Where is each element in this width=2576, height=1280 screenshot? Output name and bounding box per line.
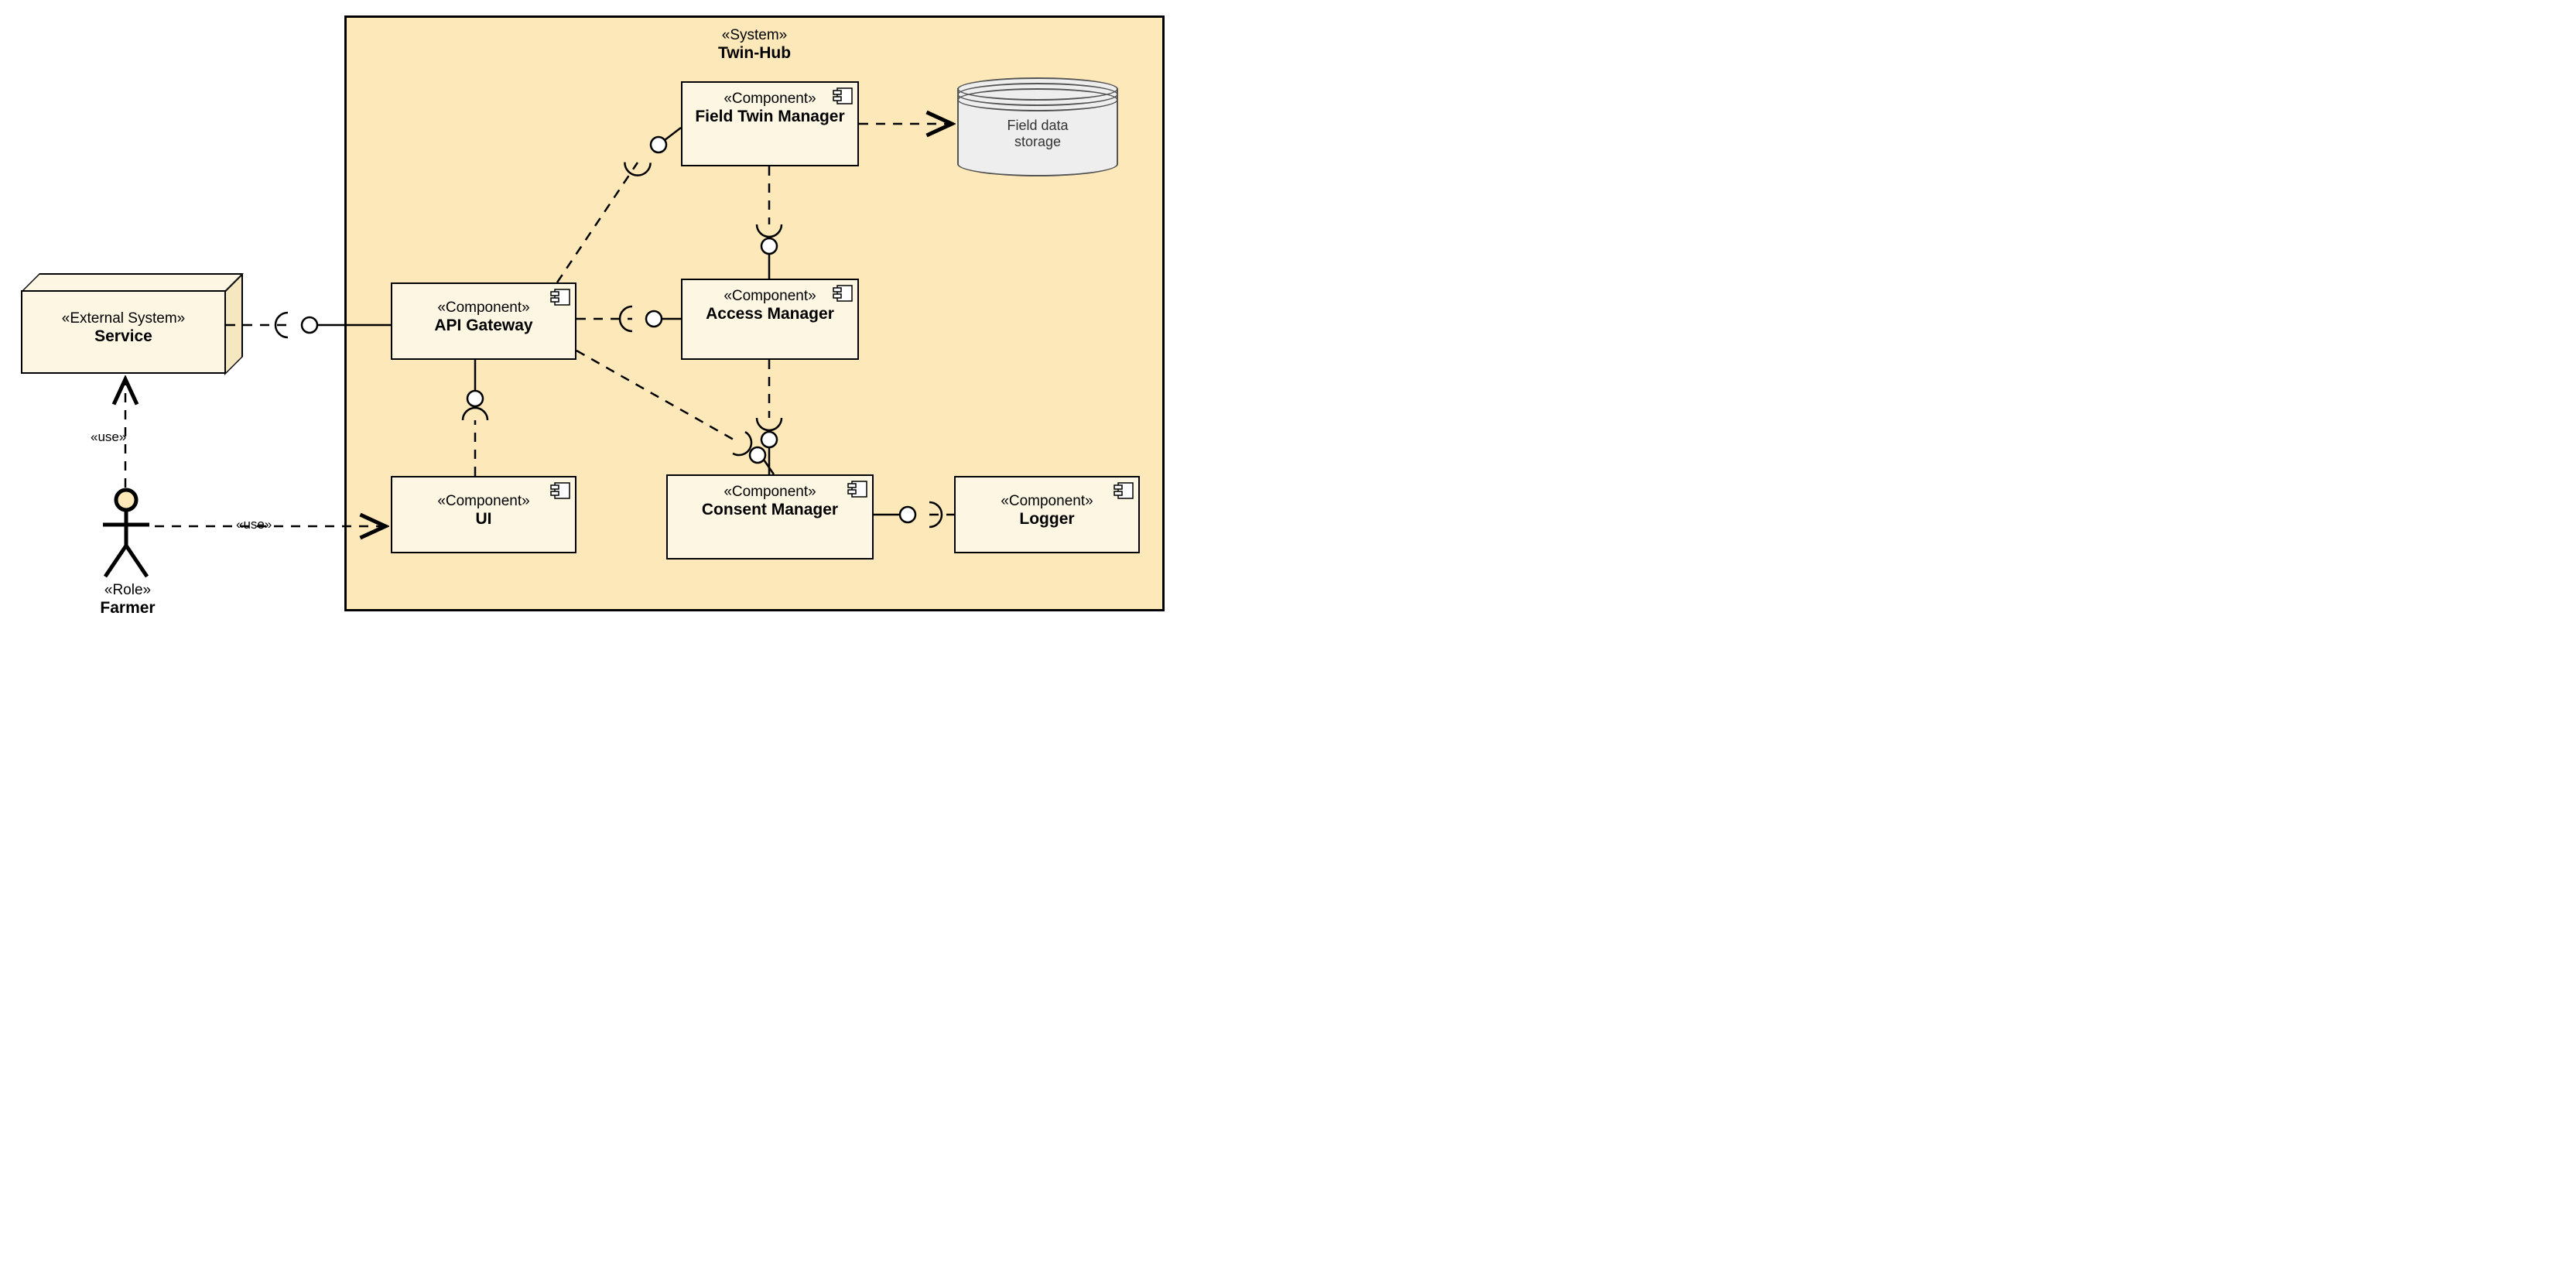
label-farmer-service: «use» <box>91 430 126 445</box>
component-icon <box>847 481 867 498</box>
label-farmer-ui: «use» <box>236 517 272 532</box>
component-access-manager: «Component» Access Manager <box>681 279 859 360</box>
external-system-node: «External System» Service <box>19 273 244 374</box>
component-field-twin-manager: «Component» Field Twin Manager <box>681 81 859 166</box>
external-name: Service <box>22 327 224 346</box>
component-logger: «Component» Logger <box>954 476 1140 553</box>
component-icon <box>1114 482 1134 499</box>
external-stereotype: «External System» <box>22 310 224 327</box>
component-icon <box>550 289 570 306</box>
component-icon <box>833 285 853 302</box>
storage-label-line1: Field data <box>957 118 1118 134</box>
component-icon <box>833 87 853 104</box>
system-stereotype: «System» <box>347 27 1162 44</box>
component-api-gateway: «Component» API Gateway <box>391 282 576 360</box>
component-consent-manager: «Component» Consent Manager <box>666 474 874 560</box>
component-icon <box>550 482 570 499</box>
database-cylinder: Field data storage <box>957 77 1118 176</box>
actor-figure <box>99 488 153 580</box>
diagram-canvas: «System» Twin-Hub «Component» Field Twin… <box>0 0 1176 638</box>
system-name: Twin-Hub <box>347 44 1162 63</box>
actor-label: «Role» Farmer <box>74 582 182 618</box>
storage-label-line2: storage <box>957 134 1118 150</box>
component-ui: «Component» UI <box>391 476 576 553</box>
